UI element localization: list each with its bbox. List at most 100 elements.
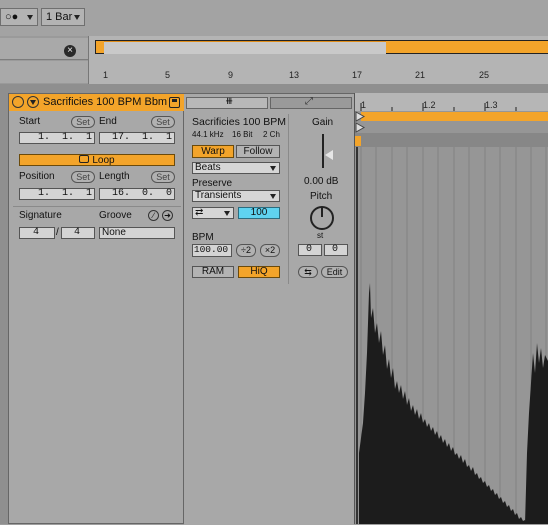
grid-size-menu[interactable]: 1 Bar [41,8,85,26]
ruler-tick: 9 [228,70,234,80]
ruler-tick: 21 [415,70,426,80]
sample-panel: ⧻ ⤢ Sacrificies 100 BPM 44.1 kHz 16 Bit … [184,93,354,525]
warp-mode-value: Beats [195,162,221,173]
top-toolbar: ○● 1 Bar [0,0,548,36]
bpm-label: BPM [192,232,214,243]
pitch-semitones-field[interactable]: 0 [298,244,322,256]
pitch-unit: st [317,231,324,240]
overview-clip-strip[interactable] [95,40,548,54]
preserve-label: Preserve [192,178,233,189]
end-label: End [99,116,117,127]
loop-label: Loop [92,155,115,166]
track-header-panel: × [0,36,88,98]
position-label: Position [19,171,55,182]
clip-activator-icon[interactable] [12,96,24,108]
signature-denominator[interactable]: 4 [61,227,95,239]
gain-label: Gain [312,117,334,128]
bpm-field[interactable]: 100.00 [192,244,232,257]
chevron-down-icon [270,194,276,199]
position-set-button[interactable]: Set [71,171,95,183]
arrow-right-icon[interactable]: ➜ [162,210,173,221]
grid-size-value: 1 Bar [46,11,73,23]
ruler-tick: 25 [479,70,490,80]
gain-value: 0.00 dB [304,176,339,187]
transient-loop-mode-select[interactable]: ⇄ [192,207,234,219]
chevron-down-icon [27,15,33,20]
groove-field[interactable]: None [99,227,175,239]
waveform-canvas[interactable] [355,93,548,524]
edit-button[interactable]: Edit [321,266,348,278]
sample-waveform-view[interactable]: 1 1.2 1.3 [354,93,548,524]
divider [288,114,289,284]
chevron-down-icon[interactable] [27,96,39,108]
track-row[interactable]: × [0,38,88,60]
groove-pool-icon[interactable]: ∕ [148,210,159,221]
close-icon[interactable]: × [64,45,76,57]
groove-label: Groove [99,210,132,221]
ruler-tick: 13 [289,70,300,80]
sample-channels: 2 Ch [263,130,280,139]
gain-slider-track[interactable] [322,134,324,168]
waveform-icon: ⧻ [225,96,234,107]
chevron-down-icon [270,166,276,171]
transient-envelope-field[interactable]: 100 [238,207,280,219]
clip-name[interactable]: Sacrificies 100 BPM Bbm [43,96,167,108]
loop-start-marker-icon[interactable] [355,122,366,133]
loop-brace[interactable] [361,112,548,121]
ram-button[interactable]: RAM [192,266,234,278]
chevron-down-icon [74,15,80,20]
ruler-tick: 17 [352,70,363,80]
half-tempo-button[interactable]: ÷2 [236,244,256,257]
position-field[interactable]: 1. 1. 1 [19,188,95,200]
warp-mode-select[interactable]: Beats [192,162,280,174]
warp-marker[interactable] [355,136,361,146]
clip-panel: Sacrificies 100 BPM Bbm Start Set End Se… [8,93,185,524]
ruler-tick: 1 [103,70,109,80]
chevron-down-icon [224,211,230,216]
end-field[interactable]: 17. 1. 1 [99,132,175,144]
length-set-button[interactable]: Set [151,171,175,183]
double-tempo-button[interactable]: ×2 [260,244,280,257]
follow-button[interactable]: Follow [236,145,280,158]
arrangement-overview[interactable]: 1 5 9 13 17 21 25 [88,36,548,84]
sample-name: Sacrificies 100 BPM [192,116,286,128]
signature-separator: / [56,227,59,238]
loop-button[interactable]: Loop [19,154,175,166]
sample-rate: 44.1 kHz [192,130,224,139]
overview-clip-start [96,41,104,53]
clip-title-bar[interactable]: Sacrificies 100 BPM Bbm [9,94,185,111]
signature-label: Signature [19,210,62,221]
pitch-cents-field[interactable]: 0 [324,244,348,256]
gain-slider-handle[interactable] [325,150,333,160]
length-label: Length [99,171,130,182]
loop-mode-icon: ⇄ [195,207,204,218]
ruler-tick: 5 [165,70,171,80]
envelope-icon: ⤢ [305,96,313,107]
start-field[interactable]: 1. 1. 1 [19,132,95,144]
start-set-button[interactable]: Set [71,116,95,128]
loop-icon [79,155,90,163]
warp-button[interactable]: Warp [192,145,234,158]
start-label: Start [19,116,41,127]
divider [13,206,181,207]
tab-sample[interactable]: ⧻ [186,96,268,109]
signature-numerator[interactable]: 4 [19,227,55,239]
tab-envelopes[interactable]: ⤢ [270,96,352,109]
end-set-button[interactable]: Set [151,116,175,128]
preserve-select[interactable]: Transients [192,190,280,202]
overview-clip-body [104,41,386,54]
quantize-icon: ○● [5,11,19,23]
quantize-menu[interactable]: ○● [0,8,38,26]
length-field[interactable]: 16. 0. 0 [99,188,175,200]
sample-bit-depth: 16 Bit [232,130,253,139]
save-icon[interactable] [169,97,180,108]
track-row[interactable] [0,61,88,98]
preserve-value: Transients [195,190,242,201]
pitch-knob-indicator [321,207,323,217]
reverse-button[interactable]: ⇆ [298,266,318,278]
waveform-burst [525,343,548,524]
hiq-button[interactable]: HiQ [238,266,280,278]
pitch-label: Pitch [310,191,333,202]
waveform-shape [359,283,527,524]
pitch-knob[interactable] [310,206,334,230]
